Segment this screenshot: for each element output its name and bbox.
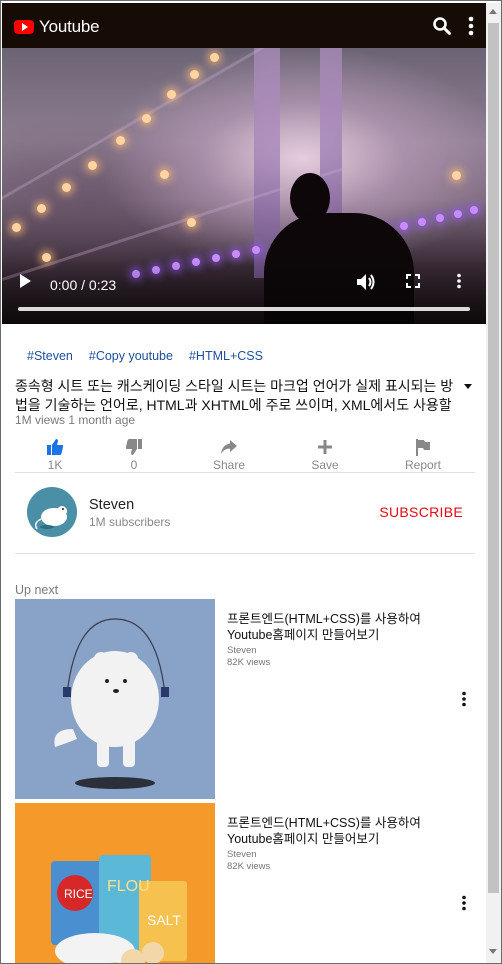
- up-next-views: 82K views: [227, 657, 271, 668]
- progress-bar[interactable]: [18, 307, 470, 311]
- avatar[interactable]: [27, 487, 77, 537]
- up-next-channel: Steven: [227, 645, 257, 656]
- hashtag-link[interactable]: #HTML+CSS: [189, 349, 263, 363]
- more-vert-icon[interactable]: [461, 691, 467, 712]
- app-title: Youtube: [39, 17, 100, 36]
- video-time: 0:00 / 0:23: [50, 277, 117, 293]
- scrollbar-thumb[interactable]: [488, 23, 499, 893]
- up-next-label: Up next: [15, 583, 59, 597]
- thumbs-up-icon: [47, 439, 64, 455]
- hashtag-link[interactable]: #Steven: [27, 349, 73, 363]
- up-next-title[interactable]: 프론트엔드(HTML+CSS)를 사용하여 Youtube홈페이지 만들어보기: [227, 611, 447, 643]
- like-count: 1K: [47, 458, 63, 472]
- scroll-up-icon[interactable]: [489, 9, 497, 14]
- app-window: Youtube 0:00 / 0:23 #Steven #Copy youtub…: [0, 0, 502, 964]
- expand-description-icon[interactable]: [463, 378, 473, 396]
- player-controls: 0:00 / 0:23: [2, 259, 486, 324]
- channel-name[interactable]: Steven: [89, 497, 134, 513]
- youtube-logo-icon: [14, 20, 34, 34]
- up-next-channel: Steven: [227, 849, 257, 860]
- youtube-logo[interactable]: Youtube: [14, 17, 100, 37]
- up-next-card[interactable]: 프론트엔드(HTML+CSS)를 사용하여 Youtube홈페이지 만들어보기 …: [15, 599, 475, 799]
- volume-icon[interactable]: [356, 273, 376, 291]
- scroll-down-icon[interactable]: [489, 949, 497, 954]
- scrollbar[interactable]: [486, 3, 501, 963]
- share-icon: [221, 440, 237, 454]
- fullscreen-icon[interactable]: [405, 273, 421, 289]
- save-label: Save: [311, 458, 339, 472]
- more-vert-icon[interactable]: [461, 895, 467, 916]
- subscribe-button[interactable]: SUBSCRIBE: [379, 504, 463, 520]
- action-bar: 1K 0 Share Save Report: [15, 438, 475, 473]
- video-description: 종속형 시트 또는 캐스케이딩 스타일 시트는 마크업 언어가 실제 표시되는 …: [15, 378, 454, 413]
- channel-info: Steven 1M subscribers SUBSCRIBE: [15, 473, 475, 554]
- up-next-title[interactable]: 프론트엔드(HTML+CSS)를 사용하여 Youtube홈페이지 만들어보기: [227, 815, 447, 847]
- video-player[interactable]: 0:00 / 0:23: [2, 48, 486, 324]
- report-button[interactable]: Report: [393, 438, 453, 472]
- flag-icon: [416, 439, 430, 456]
- like-button[interactable]: 1K: [25, 438, 85, 472]
- add-icon: [318, 440, 332, 454]
- more-vert-icon[interactable]: [460, 15, 482, 37]
- share-label: Share: [212, 458, 246, 472]
- player-more-icon[interactable]: [456, 273, 462, 289]
- hashtags: #Steven #Copy youtube #HTML+CSS: [27, 349, 279, 363]
- up-next-views: 82K views: [227, 861, 271, 872]
- video-thumbnail[interactable]: RICE FLOU SALT: [15, 803, 215, 963]
- video-thumbnail[interactable]: [15, 599, 215, 799]
- up-next-card[interactable]: RICE FLOU SALT 프론트엔드(HTML+CSS)를 사용하여 You…: [15, 803, 475, 963]
- svg-text:FLOU: FLOU: [107, 878, 150, 895]
- report-label: Report: [404, 458, 442, 472]
- dislike-count: 0: [130, 458, 138, 472]
- play-icon[interactable]: [18, 273, 32, 289]
- thumbs-down-icon: [125, 439, 142, 455]
- save-button[interactable]: Save: [295, 438, 355, 472]
- dislike-button[interactable]: 0: [104, 438, 164, 472]
- channel-subscribers: 1M subscribers: [89, 515, 171, 529]
- header: Youtube: [2, 3, 486, 48]
- svg-text:RICE: RICE: [64, 887, 93, 901]
- search-icon[interactable]: [431, 15, 453, 37]
- svg-text:SALT: SALT: [147, 912, 181, 928]
- hashtag-link[interactable]: #Copy youtube: [89, 349, 173, 363]
- share-button[interactable]: Share: [199, 438, 259, 472]
- video-meta: 1M views 1 month age: [15, 413, 136, 427]
